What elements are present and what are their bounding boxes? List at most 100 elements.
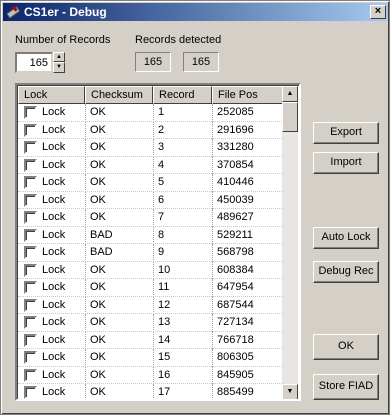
grid-line [153, 349, 154, 367]
grid-line [153, 366, 154, 384]
table-row[interactable]: Lock OK 1 252085 [18, 104, 286, 122]
grid-line [212, 121, 213, 139]
table-row[interactable]: Lock BAD 8 529211 [18, 226, 286, 244]
grid-line [212, 191, 213, 209]
table-row[interactable]: Lock OK 11 647954 [18, 279, 286, 297]
column-header-lock[interactable]: Lock [18, 86, 85, 104]
lock-cell: Lock [42, 298, 66, 311]
scroll-up-icon[interactable]: ▲ [282, 86, 298, 102]
lock-checkbox[interactable] [24, 281, 37, 294]
file-pos-cell: 608384 [217, 263, 254, 276]
table-row[interactable]: Lock OK 17 885499 [18, 384, 286, 399]
title-bar[interactable]: CS1er - Debug × [3, 3, 388, 21]
auto-lock-button[interactable]: Auto Lock [313, 227, 379, 249]
lock-cell: Lock [42, 316, 66, 328]
grid-line [153, 104, 154, 122]
grid-line [212, 156, 213, 174]
lock-checkbox[interactable] [24, 386, 37, 399]
export-button[interactable]: Export [313, 122, 379, 144]
table-row[interactable]: Lock OK 2 291696 [18, 121, 286, 139]
store-fiad-button[interactable]: Store FIAD [313, 374, 379, 400]
checksum-cell: OK [90, 333, 106, 346]
lock-checkbox[interactable] [24, 176, 37, 189]
checksum-cell: OK [90, 106, 106, 118]
table-row[interactable]: Lock OK 6 450039 [18, 191, 286, 209]
lock-cell: Lock [42, 263, 66, 276]
checksum-cell: OK [90, 158, 106, 171]
grid-line [212, 209, 213, 227]
scrollbar-thumb[interactable] [282, 102, 298, 132]
record-cell: 8 [158, 228, 165, 241]
table-row[interactable]: Lock OK 4 370854 [18, 156, 286, 174]
lock-checkbox[interactable] [24, 141, 37, 154]
checksum-cell: OK [90, 263, 106, 276]
grid-line [212, 174, 213, 192]
file-pos-cell: 489627 [217, 211, 254, 223]
window-title: CS1er - Debug [24, 5, 107, 19]
grid-line [153, 331, 154, 349]
lock-checkbox[interactable] [24, 158, 37, 172]
lock-checkbox[interactable] [24, 211, 37, 224]
lock-checkbox[interactable] [24, 298, 37, 312]
number-of-records-input[interactable] [15, 52, 53, 73]
table-header: Lock Checksum Record File Pos [18, 86, 286, 104]
lock-checkbox[interactable] [24, 351, 37, 364]
record-cell: 11 [158, 281, 170, 293]
lock-checkbox[interactable] [24, 106, 37, 119]
scroll-down-icon[interactable]: ▼ [282, 384, 298, 399]
checksum-cell: OK [90, 316, 106, 328]
records-detected-label: Records detected [135, 34, 222, 46]
ok-button[interactable]: OK [313, 334, 379, 360]
record-cell: 1 [158, 106, 165, 118]
column-header-record[interactable]: Record [153, 86, 212, 104]
records-detected-value-1: 165 [135, 52, 171, 72]
vertical-scrollbar[interactable]: ▲ ▼ [282, 86, 298, 399]
lock-checkbox[interactable] [24, 333, 37, 347]
file-pos-cell: 331280 [217, 141, 254, 153]
file-pos-cell: 529211 [217, 228, 253, 241]
lock-cell: Lock [42, 281, 66, 293]
debug-window: CS1er - Debug × Number of Records Record… [0, 0, 390, 415]
close-icon[interactable]: × [370, 5, 386, 19]
table-row[interactable]: Lock OK 13 727134 [18, 314, 286, 332]
table-row[interactable]: Lock OK 7 489627 [18, 209, 286, 227]
table-row[interactable]: Lock OK 3 331280 [18, 139, 286, 157]
table-row[interactable]: Lock BAD 9 568798 [18, 244, 286, 262]
import-button[interactable]: Import [313, 152, 379, 174]
lock-checkbox[interactable] [24, 246, 37, 259]
grid-line [212, 244, 213, 262]
records-table: Lock Checksum Record File Pos Lock OK 1 252… [15, 83, 301, 401]
grid-line [212, 331, 213, 349]
down-arrow-icon[interactable]: ▼ [53, 62, 65, 73]
table-row[interactable]: Lock OK 12 687544 [18, 296, 286, 314]
grid-line [212, 279, 213, 297]
lock-cell: Lock [42, 211, 66, 223]
lock-checkbox[interactable] [24, 316, 37, 329]
table-row[interactable]: Lock OK 16 845905 [18, 366, 286, 384]
lock-checkbox[interactable] [24, 193, 37, 207]
up-arrow-icon[interactable]: ▲ [53, 52, 65, 62]
grid-line [153, 279, 154, 297]
app-icon [6, 5, 20, 19]
grid-line [212, 384, 213, 399]
column-header-file-pos[interactable]: File Pos [212, 86, 286, 104]
file-pos-cell: 568798 [217, 246, 254, 258]
grid-line [153, 314, 154, 332]
grid-line [212, 314, 213, 332]
number-of-records-stepper: ▲ ▼ [15, 52, 65, 73]
table-row[interactable]: Lock OK 10 608384 [18, 261, 286, 279]
column-header-checksum[interactable]: Checksum [85, 86, 153, 104]
table-row[interactable]: Lock OK 15 806305 [18, 349, 286, 367]
grid-line [85, 296, 86, 314]
grid-line [153, 244, 154, 262]
table-row[interactable]: Lock OK 14 766718 [18, 331, 286, 349]
table-row[interactable]: Lock OK 5 410446 [18, 174, 286, 192]
lock-checkbox[interactable] [24, 123, 37, 137]
grid-line [153, 209, 154, 227]
debug-rec-button[interactable]: Debug Rec [313, 261, 379, 283]
lock-checkbox[interactable] [24, 263, 37, 277]
lock-checkbox[interactable] [24, 228, 37, 242]
lock-checkbox[interactable] [24, 368, 37, 382]
checksum-cell: OK [90, 123, 106, 136]
checksum-cell: OK [90, 141, 106, 153]
